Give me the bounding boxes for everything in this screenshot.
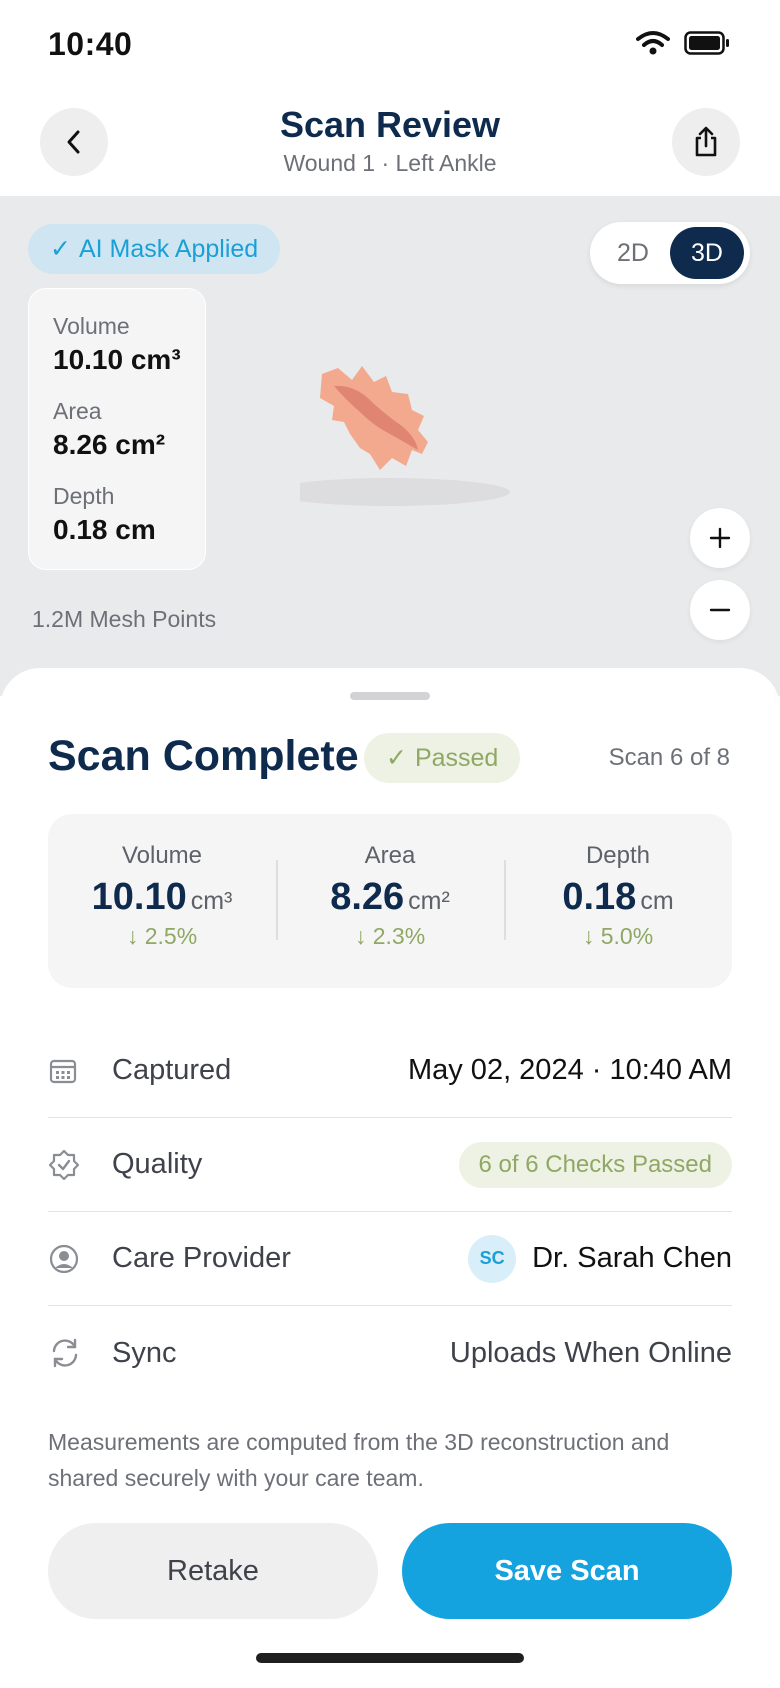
mesh-points-label: 1.2M Mesh Points [32,606,217,632]
share-icon [695,126,717,157]
stat-label: Area [364,842,416,869]
volume-value: 10.10 cm³ [53,344,181,375]
detail-row-captured: Captured May 02, 2024 · 10:40 AM [48,1024,732,1118]
sheet-drag-handle[interactable] [350,692,430,700]
stat-value-group: 0.18 cm [504,876,732,919]
wound-3d-model[interactable] [300,346,520,536]
quality-checks-badge: 6 of 6 Checks Passed [458,1141,732,1188]
measurement-footnote: Measurements are computed from the 3D re… [48,1429,670,1491]
details-list: Captured May 02, 2024 · 10:40 AM Quality… [48,1024,732,1400]
ai-mask-label: AI Mask Applied [78,234,259,263]
captured-label: Captured [112,1054,232,1086]
page-subtitle: Wound 1 · Left Ankle [283,150,497,176]
scan-complete-title: Scan Complete [48,732,359,780]
zoom-out-button[interactable] [690,580,750,640]
captured-value: May 02, 2024 · 10:40 AM [407,1054,732,1086]
stat-delta-value: 2.3% [372,923,426,949]
calendar-icon [49,1059,77,1083]
depth-label: Depth [53,483,115,509]
detail-row-quality[interactable]: Quality 6 of 6 Checks Passed [48,1118,732,1212]
area-value: 8.26 cm² [53,429,166,460]
quality-label: Quality [112,1148,203,1180]
ai-mask-badge: ✓ AI Mask Applied [28,224,281,274]
status-badge: ✓ Passed [364,733,521,783]
stat-delta-value: 5.0% [600,923,654,949]
save-scan-button[interactable]: Save Scan [402,1523,732,1619]
retake-button[interactable]: Retake [48,1523,378,1619]
provider-name: Dr. Sarah Chen [532,1242,732,1274]
nav-header: Scan Review Wound 1 · Left Ankle [0,100,780,196]
home-indicator[interactable] [256,1653,524,1663]
scan-summary-sheet: Scan Complete ✓ Passed Scan 6 of 8 Volum… [0,668,780,1688]
detail-row-provider[interactable]: Care Provider SC Dr. Sarah Chen [48,1212,732,1306]
battery-icon [684,31,729,55]
provider-label: Care Provider [112,1242,291,1274]
volume-label: Volume [53,313,130,339]
sync-value: Uploads When Online [449,1336,732,1369]
stat-number: 10.10 [91,876,187,918]
status-badge-label: Passed [414,743,499,772]
avatar: SC [468,1234,517,1283]
stat-volume: Volume 10.10 cm³ ↓ 2.5% [48,814,276,988]
share-button[interactable] [672,108,740,176]
sync-label: Sync [112,1336,177,1369]
wifi-icon [636,31,670,55]
depth-value: 0.18 cm [53,514,156,545]
scan-viewer[interactable]: ✓ AI Mask Applied 2D 3D Volume 10.10 cm³… [0,196,780,696]
area-label: Area [53,398,102,424]
stat-depth: Depth 0.18 cm ↓ 5.0% [504,814,732,988]
plus-icon [709,527,731,549]
stat-label: Depth [585,842,651,869]
page-title: Scan Review [279,104,501,145]
status-bar: 10:40 [0,0,780,90]
verified-badge-icon [48,1149,80,1180]
status-time: 10:40 [48,26,133,62]
stat-delta: ↓ 5.0% [504,923,732,950]
stat-area: Area 8.26 cm² ↓ 2.3% [276,814,504,988]
arrow-down-icon: ↓ [354,923,373,949]
stat-delta: ↓ 2.5% [48,923,276,950]
stats-card: Volume 10.10 cm³ ↓ 2.5% Area 8.26 cm² ↓ 2.… [48,814,732,988]
arrow-down-icon: ↓ [582,923,601,949]
check-icon: ✓ [386,744,407,772]
stat-label: Volume [121,842,203,869]
minus-icon [709,608,731,612]
arrow-down-icon: ↓ [126,923,145,949]
measurement-overlay: Volume 10.10 cm³ Area 8.26 cm² Depth 0.1… [28,288,206,570]
user-circle-icon [49,1244,79,1273]
stat-number: 8.26 [330,876,405,918]
view-3d-option[interactable]: 3D [670,227,744,279]
stat-unit: cm² [408,887,450,915]
stat-unit: cm [640,887,674,915]
zoom-in-button[interactable] [690,508,750,568]
sync-icon [52,1338,78,1368]
stat-delta-value: 2.5% [144,923,198,949]
view-2d-option[interactable]: 2D [596,227,670,279]
stat-unit: cm³ [190,887,233,915]
stat-number: 0.18 [562,876,637,918]
scan-counter: Scan 6 of 8 [608,744,730,771]
stat-delta: ↓ 2.3% [276,923,504,950]
stat-value-group: 10.10 cm³ [48,876,276,919]
status-icons [636,30,730,56]
detail-row-sync: Sync Uploads When Online [48,1306,732,1400]
model-shadow [300,478,510,506]
provider-info: SC Dr. Sarah Chen [468,1234,732,1283]
check-icon: ✓ [50,235,71,263]
stat-value-group: 8.26 cm² [276,876,504,919]
view-mode-toggle[interactable]: 2D 3D [590,222,750,284]
